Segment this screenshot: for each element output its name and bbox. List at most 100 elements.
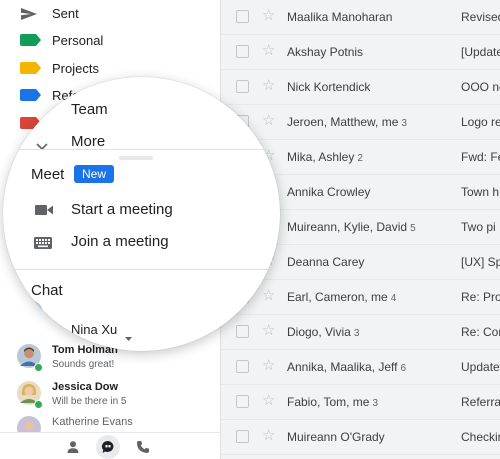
mail-subject: Revised (461, 9, 500, 24)
join-meeting-button[interactable]: Join a meeting (71, 233, 169, 250)
nav-item-team[interactable]: Team (71, 101, 108, 118)
select-checkbox[interactable] (236, 359, 249, 373)
select-checkbox[interactable] (236, 394, 249, 408)
mail-row[interactable]: ☆ Diogo, Vivia3 Re: Con (221, 315, 500, 350)
nav-item-more[interactable]: More (71, 133, 105, 150)
online-status-dot (34, 363, 43, 372)
mail-sender: Annika Crowley (287, 185, 373, 199)
chat-item-jessica[interactable]: Jessica Dow Will be there in 5 (0, 377, 220, 417)
mail-sender: Annika, Maalika, Jeff 6 (287, 360, 406, 374)
nav-item-personal[interactable]: Personal (0, 27, 220, 55)
star-icon[interactable]: ☆ (262, 357, 275, 375)
mail-row[interactable]: ☆ Annika, Maalika, Jeff 6 Update (221, 350, 500, 385)
mail-sender: Deanna Carey (287, 255, 367, 269)
magnifier-callout: Team More Meet New Start a meeting Join … (3, 77, 280, 351)
mail-subject: Referra (461, 394, 500, 409)
mail-subject: Fwd: Fe (461, 149, 500, 164)
mail-row[interactable]: ☆ Earl, Cameron, me 4 Re: Pro (221, 280, 500, 315)
mail-subject: [Update (461, 44, 500, 59)
mail-sender: Diogo, Vivia 3 (287, 325, 359, 339)
star-icon[interactable]: ☆ (262, 42, 275, 60)
mail-subject: Re: Con (461, 324, 500, 339)
mail-subject: Two pi (461, 219, 496, 234)
select-checkbox[interactable] (236, 429, 249, 443)
mail-sender: Earl, Cameron, me 4 (287, 290, 396, 304)
chat-section-title: Chat (31, 282, 63, 299)
mail-row[interactable]: ☆ Akshay Potnis [Update (221, 35, 500, 70)
sender-names: Nick Kortendick (287, 79, 371, 94)
chat-status: Sounds great! (52, 359, 115, 370)
label-icon (20, 62, 41, 76)
sender-names: Diogo, Vivia (287, 324, 351, 339)
chevron-down-icon[interactable] (36, 138, 48, 156)
sender-names: Earl, Cameron, me (287, 289, 388, 304)
nav-item-sent[interactable]: Sent (0, 0, 220, 28)
chat-icon[interactable] (96, 435, 120, 459)
nav-item-label: Personal (52, 33, 104, 48)
nav-item-projects[interactable]: Projects (0, 55, 220, 83)
caret-down-icon[interactable] (125, 328, 132, 346)
mail-row[interactable]: ☆ Maalika Manoharan Revised (221, 0, 500, 35)
thread-count: 3 (353, 327, 360, 339)
mail-sender: Muireann O'Grady (287, 430, 388, 444)
mail-subject: Town h (461, 184, 500, 199)
select-checkbox[interactable] (236, 79, 249, 93)
nav-item-label: Sent (52, 6, 79, 21)
mail-subject: Checkin (461, 429, 500, 444)
thread-count: 5 (410, 222, 416, 234)
sender-names: Deanna Carey (287, 254, 365, 269)
online-status-dot (34, 318, 44, 328)
star-icon[interactable]: ☆ (262, 287, 275, 305)
sender-names: Maalika Manoharan (287, 9, 393, 24)
sender-names: Mika, Ashley (287, 149, 355, 164)
mail-sender: Akshay Potnis (287, 45, 366, 59)
video-camera-icon (35, 203, 53, 221)
divider (3, 149, 280, 150)
drag-handle[interactable] (119, 156, 153, 160)
mail-sender: Jeroen, Matthew, me 3 (287, 115, 407, 129)
user-name[interactable]: Nina Xu (71, 322, 117, 337)
chat-name: Katherine Evans (52, 416, 133, 428)
sender-names: Muireann O'Grady (287, 429, 385, 444)
nav-item-label: Projects (52, 61, 99, 76)
mail-subject: Update (461, 359, 500, 374)
send-icon (20, 7, 38, 21)
star-icon[interactable]: ☆ (262, 112, 275, 130)
select-checkbox[interactable] (236, 9, 249, 23)
mail-sender: Nick Kortendick (287, 80, 373, 94)
chat-name: Jessica Dow (52, 381, 119, 393)
mail-sender: Mika, Ashley 2 (287, 150, 363, 164)
new-badge: New (74, 165, 115, 183)
sender-names: Fabio, Tom, me (287, 394, 370, 409)
label-icon (20, 34, 41, 48)
mail-subject: Re: Pro (461, 289, 500, 304)
star-icon[interactable]: ☆ (262, 392, 275, 410)
star-icon[interactable]: ☆ (262, 427, 275, 445)
mail-row[interactable]: ☆ Nick Kortendick OOO ne (221, 70, 500, 105)
label-icon (20, 89, 41, 103)
thread-count: 3 (372, 397, 379, 409)
thread-count: 4 (390, 292, 397, 304)
mail-subject: [UX] Sp (461, 254, 500, 269)
mail-sender: Muireann, Kylie, David 5 (287, 220, 416, 234)
mail-row[interactable]: ☆ Fabio, Tom, me 3 Referra (221, 385, 500, 420)
star-icon[interactable]: ☆ (262, 77, 275, 95)
mail-subject: OOO ne (461, 79, 500, 94)
meet-section-title: Meet (31, 166, 65, 183)
star-icon[interactable]: ☆ (262, 7, 275, 25)
divider (3, 269, 280, 270)
person-icon[interactable] (61, 435, 85, 459)
mail-row[interactable]: ☆ Jeroen, Matthew, me 3 Logo re (221, 105, 500, 140)
thread-count: 2 (357, 152, 363, 164)
keyboard-icon (34, 236, 52, 254)
mail-subject: Logo re (461, 114, 500, 129)
sender-names: Annika Crowley (287, 184, 371, 199)
sender-names: Jeroen, Matthew, me (287, 114, 399, 129)
start-meeting-button[interactable]: Start a meeting (71, 201, 173, 218)
mail-row[interactable]: ☆ Muireann O'Grady Checkin (221, 420, 500, 455)
star-icon[interactable]: ☆ (262, 322, 275, 340)
select-checkbox[interactable] (236, 44, 249, 58)
chat-status: Will be there in 5 (52, 396, 127, 407)
phone-icon[interactable] (131, 435, 155, 459)
select-checkbox[interactable] (236, 324, 249, 338)
